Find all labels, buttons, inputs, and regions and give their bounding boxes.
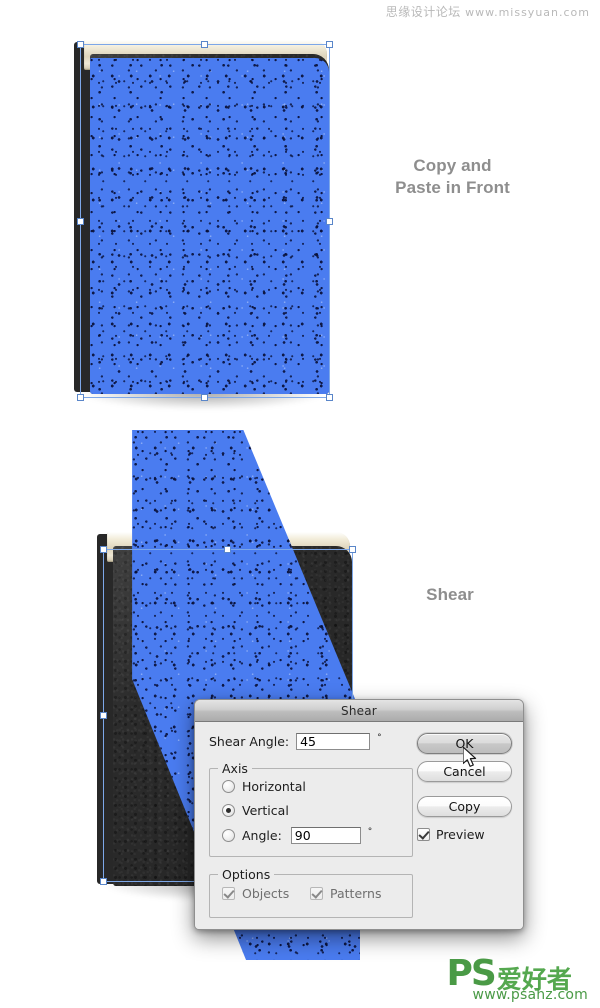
checkbox-preview-label: Preview	[436, 827, 485, 842]
annotation-shear-text: Shear	[426, 585, 474, 604]
options-group: Options Objects Patterns	[209, 867, 413, 918]
watermark-bottom-url: www.psahz.com	[472, 987, 588, 1003]
watermark-top-domain: www.missyuan.com	[465, 6, 590, 19]
selection-handle-top-left[interactable]	[77, 41, 84, 48]
mouse-cursor-icon	[463, 747, 477, 767]
selection-handle-middle-right[interactable]	[326, 218, 333, 225]
selection-handle-bottom-center[interactable]	[201, 394, 208, 401]
shear-angle-input[interactable]: 45	[296, 733, 371, 750]
annotation-copy-and-paste-in-front: Copy and Paste in Front	[375, 155, 530, 199]
dialog-title: Shear	[341, 703, 377, 718]
checkbox-objects-label: Objects	[242, 886, 290, 901]
axis-group: Axis Horizontal Vertical Angle: 90 °	[209, 761, 413, 857]
checkbox-row-objects[interactable]: Objects	[222, 886, 289, 901]
options-group-label: Options	[218, 867, 275, 882]
degree-symbol-angle: °	[367, 826, 373, 837]
selection-handle-top-center[interactable]	[201, 41, 208, 48]
illustration-canvas: 思缘设计论坛 www.missyuan.com Copy and Paste i…	[0, 0, 600, 1008]
radio-vertical[interactable]	[222, 804, 235, 817]
shear-dialog[interactable]: Shear Shear Angle: 45 ° Axis Horizontal …	[194, 699, 524, 930]
radio-angle[interactable]	[222, 829, 235, 842]
watermark-top-text: 思缘设计论坛	[385, 5, 461, 19]
radio-horizontal[interactable]	[222, 780, 235, 793]
selection-handle-bottom-obj-top-right[interactable]	[349, 546, 356, 553]
angle-label: Angle:	[242, 828, 282, 843]
annotation-line-2: Paste in Front	[395, 178, 510, 197]
radio-row-vertical[interactable]: Vertical	[222, 803, 289, 818]
selection-handle-bottom-left[interactable]	[77, 394, 84, 401]
degree-symbol-shear-angle: °	[377, 732, 382, 743]
checkbox-row-patterns[interactable]: Patterns	[310, 886, 381, 901]
selection-handle-bottom-obj-top-center[interactable]	[224, 546, 231, 553]
radio-row-horizontal[interactable]: Horizontal	[222, 779, 306, 794]
annotation-line-1: Copy and	[413, 156, 492, 175]
checkbox-patterns-label: Patterns	[330, 886, 382, 901]
radio-horizontal-label: Horizontal	[242, 779, 306, 794]
selection-bounding-box-top	[80, 44, 330, 398]
watermark-bottom: PS爱好者 www.psahz.com	[447, 956, 588, 1003]
selection-handle-top-right[interactable]	[326, 41, 333, 48]
preview-checkbox-row[interactable]: Preview	[417, 827, 485, 842]
radio-row-angle[interactable]: Angle: 90 °	[222, 827, 372, 844]
dialog-titlebar[interactable]: Shear	[195, 700, 523, 722]
copy-button[interactable]: Copy	[417, 796, 512, 817]
checkbox-preview[interactable]	[417, 828, 430, 841]
axis-group-label: Axis	[218, 761, 252, 776]
selection-handle-bottom-right[interactable]	[326, 394, 333, 401]
radio-vertical-label: Vertical	[242, 803, 289, 818]
annotation-shear: Shear	[395, 584, 505, 606]
checkbox-objects[interactable]	[222, 887, 235, 900]
selection-handle-middle-left[interactable]	[77, 218, 84, 225]
selection-handle-bottom-obj-bottom-left[interactable]	[100, 878, 107, 885]
checkbox-patterns[interactable]	[310, 887, 323, 900]
shear-angle-label: Shear Angle:	[209, 734, 290, 749]
watermark-top: 思缘设计论坛 www.missyuan.com	[386, 3, 590, 20]
selection-handle-bottom-obj-top-left[interactable]	[100, 546, 107, 553]
selection-handle-bottom-obj-middle-left[interactable]	[100, 712, 107, 719]
angle-input[interactable]: 90	[290, 827, 361, 844]
shear-angle-row: Shear Angle: 45 °	[209, 733, 382, 750]
